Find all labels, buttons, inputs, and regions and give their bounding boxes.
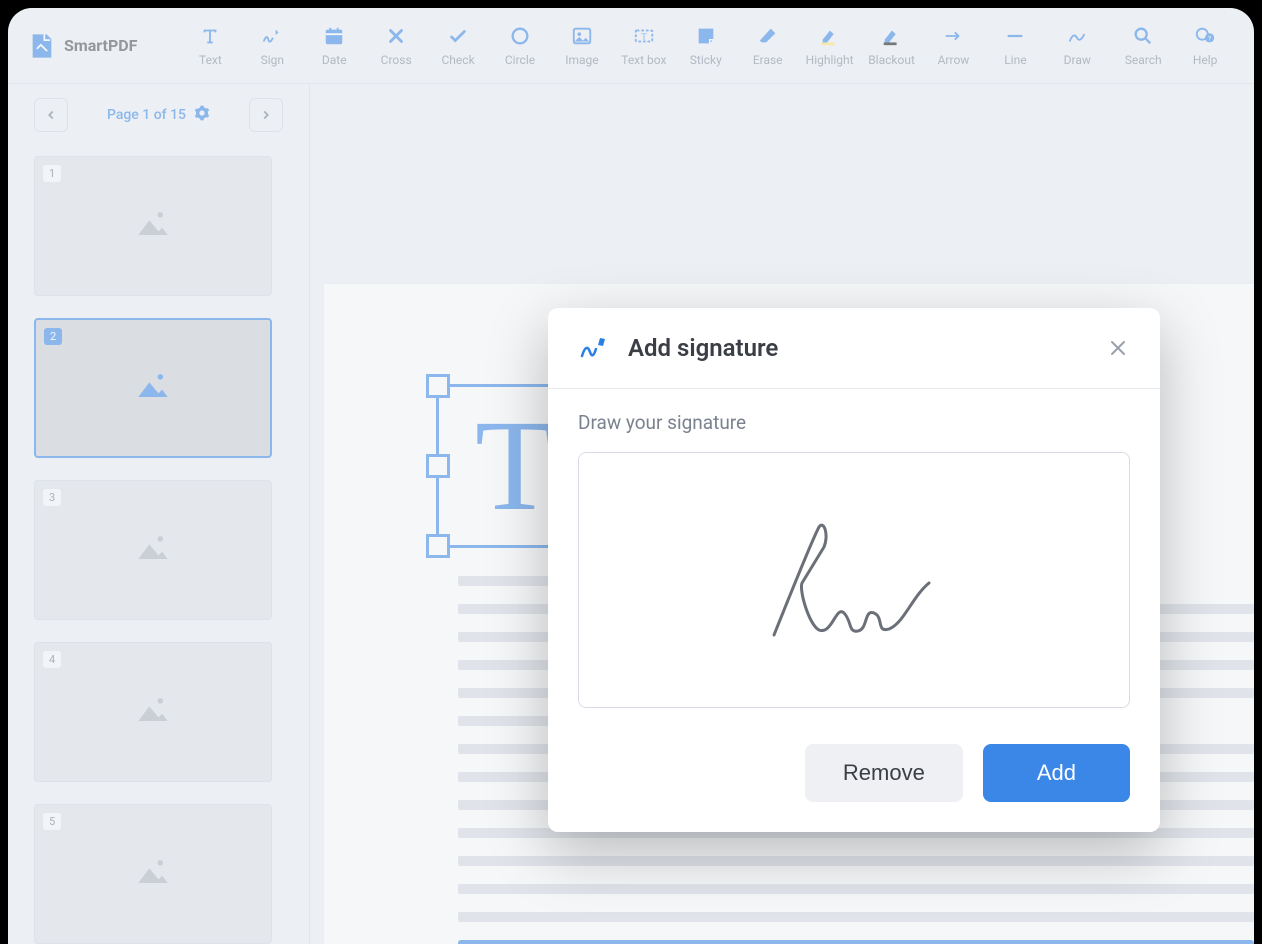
tool-blackout[interactable]: Blackout bbox=[863, 16, 921, 76]
thumbnail[interactable]: 2 bbox=[34, 318, 272, 458]
prev-page-button[interactable] bbox=[34, 98, 68, 132]
add-signature-modal: Add signature Draw your signature Remove… bbox=[548, 308, 1160, 832]
resize-handle[interactable] bbox=[426, 454, 450, 478]
tool-sign[interactable]: Sign bbox=[243, 16, 301, 76]
selected-line[interactable] bbox=[458, 940, 1254, 944]
signature-icon bbox=[578, 332, 610, 364]
tool-erase[interactable]: Erase bbox=[739, 16, 797, 76]
highlight-icon bbox=[819, 25, 841, 47]
pager: Page 1 of 15 bbox=[8, 84, 309, 146]
brand: SmartPDF bbox=[28, 32, 137, 60]
sidebar: Page 1 of 15 1 2 3 bbox=[8, 84, 310, 944]
arrow-icon bbox=[942, 25, 964, 47]
check-icon bbox=[447, 25, 469, 47]
tool-help[interactable]: ? Help bbox=[1176, 16, 1234, 76]
gear-icon bbox=[194, 105, 210, 125]
thumbnail[interactable]: 1 bbox=[34, 156, 272, 296]
tool-highlight[interactable]: Highlight bbox=[801, 16, 859, 76]
brand-name: SmartPDF bbox=[64, 36, 137, 55]
text-icon bbox=[199, 25, 221, 47]
resize-handle[interactable] bbox=[426, 374, 450, 398]
tool-cross[interactable]: Cross bbox=[367, 16, 425, 76]
draw-icon bbox=[1066, 25, 1088, 47]
tool-draw[interactable]: Draw bbox=[1048, 16, 1106, 76]
textbox-icon: T bbox=[633, 25, 655, 47]
image-placeholder-icon bbox=[126, 202, 180, 250]
erase-icon bbox=[757, 25, 779, 47]
image-icon bbox=[571, 25, 593, 47]
tool-arrow[interactable]: Arrow bbox=[925, 16, 983, 76]
blackout-icon bbox=[881, 25, 903, 47]
calendar-icon bbox=[323, 25, 345, 47]
next-page-button[interactable] bbox=[249, 98, 283, 132]
tool-check[interactable]: Check bbox=[429, 16, 487, 76]
svg-text:T: T bbox=[641, 31, 647, 41]
toolbar: SmartPDF Text Sign Date Cross Check Circ… bbox=[8, 8, 1254, 84]
modal-subtitle: Draw your signature bbox=[578, 411, 1130, 434]
modal-title: Add signature bbox=[628, 334, 778, 362]
tool-text[interactable]: Text bbox=[181, 16, 239, 76]
image-placeholder-icon bbox=[126, 850, 180, 898]
image-placeholder-icon bbox=[126, 364, 180, 412]
tool-image[interactable]: Image bbox=[553, 16, 611, 76]
sign-icon bbox=[261, 25, 283, 47]
close-button[interactable] bbox=[1106, 336, 1130, 360]
image-placeholder-icon bbox=[126, 526, 180, 574]
tool-sticky[interactable]: Sticky bbox=[677, 16, 735, 76]
thumbnail[interactable]: 3 bbox=[34, 480, 272, 620]
tool-line[interactable]: Line bbox=[986, 16, 1044, 76]
signature-canvas[interactable] bbox=[578, 452, 1130, 708]
tool-search[interactable]: Search bbox=[1114, 16, 1172, 76]
thumbnail[interactable]: 4 bbox=[34, 642, 272, 782]
circle-icon bbox=[509, 25, 531, 47]
page-indicator[interactable]: Page 1 of 15 bbox=[107, 105, 210, 125]
tool-date[interactable]: Date bbox=[305, 16, 363, 76]
search-icon bbox=[1132, 25, 1154, 47]
thumbnails: 1 2 3 4 5 bbox=[8, 146, 309, 944]
svg-text:?: ? bbox=[1208, 34, 1211, 42]
thumbnail[interactable]: 5 bbox=[34, 804, 272, 944]
cross-icon bbox=[385, 25, 407, 47]
sticky-icon bbox=[695, 25, 717, 47]
tool-circle[interactable]: Circle bbox=[491, 16, 549, 76]
remove-button[interactable]: Remove bbox=[805, 744, 963, 802]
help-icon: ? bbox=[1194, 25, 1216, 47]
tool-textbox[interactable]: T Text box bbox=[615, 16, 673, 76]
image-placeholder-icon bbox=[126, 688, 180, 736]
brand-icon bbox=[28, 32, 56, 60]
resize-handle[interactable] bbox=[426, 534, 450, 558]
add-button[interactable]: Add bbox=[983, 744, 1130, 802]
line-icon bbox=[1004, 25, 1026, 47]
